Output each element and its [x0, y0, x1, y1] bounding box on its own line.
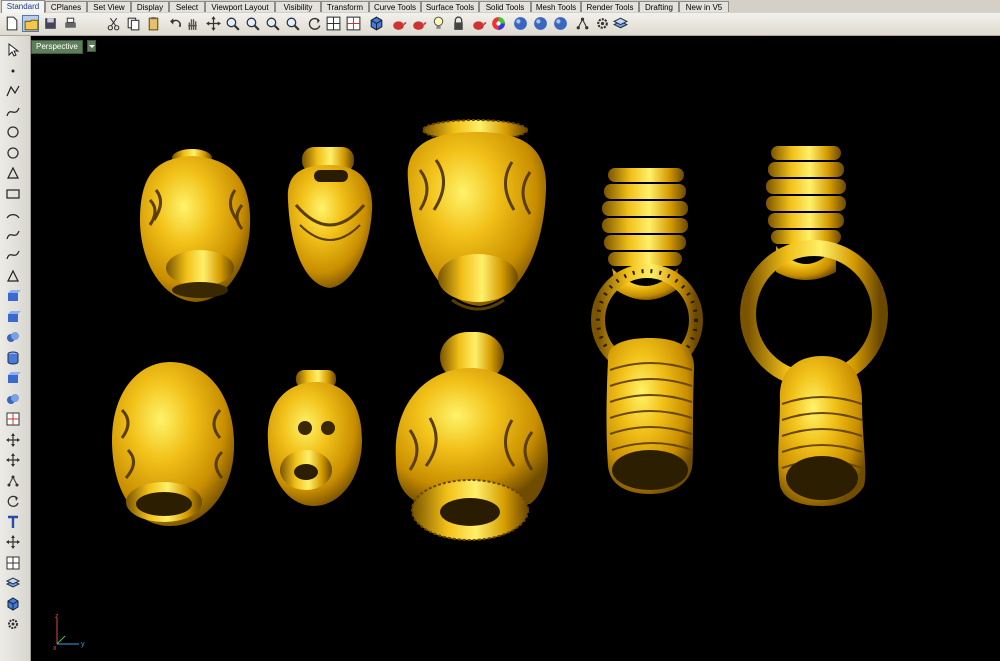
rectangle-icon[interactable] [5, 186, 21, 202]
axis-x-label: x [53, 645, 57, 650]
lion-bead-1[interactable] [140, 149, 251, 302]
point-icon[interactable] [5, 63, 21, 79]
mesh-box-icon[interactable] [5, 370, 21, 386]
fillet-curve-icon[interactable] [5, 227, 21, 243]
lion-bead-2[interactable] [287, 147, 373, 288]
shaded-display-icon[interactable] [368, 15, 385, 32]
extrude-surface-icon[interactable] [5, 288, 21, 304]
axis-y-label: y [81, 641, 85, 648]
color-wheel-icon[interactable] [490, 15, 507, 32]
undo-icon[interactable] [168, 15, 185, 32]
pan-hand-icon[interactable] [184, 15, 201, 32]
properties-icon[interactable] [410, 15, 427, 32]
four-viewports-icon[interactable] [325, 15, 342, 32]
tab-cplanes[interactable]: CPlanes [45, 1, 87, 12]
layer-icon[interactable] [612, 15, 629, 32]
perspective-viewport[interactable]: Perspective z y x [31, 36, 1000, 661]
tab-mesh-tools[interactable]: Mesh Tools [531, 1, 581, 12]
curve-control-points-icon[interactable] [5, 104, 21, 120]
tab-new-in-v5[interactable]: New in V5 [679, 1, 729, 12]
select-arrow-icon[interactable] [5, 42, 21, 58]
tab-solid-tools[interactable]: Solid Tools [479, 1, 531, 12]
sphere-solid-icon[interactable] [5, 329, 21, 345]
surface-from-curves-icon[interactable] [5, 268, 21, 284]
trim-icon[interactable] [5, 452, 21, 468]
edit-points-icon[interactable] [574, 15, 591, 32]
polyline-icon[interactable] [5, 83, 21, 99]
box-solid-icon[interactable] [5, 309, 21, 325]
skull-bead[interactable] [267, 370, 362, 506]
print-icon[interactable] [62, 15, 79, 32]
group-icon[interactable] [5, 575, 21, 591]
cylinder-solid-icon[interactable] [5, 350, 21, 366]
tab-display[interactable]: Display [131, 1, 169, 12]
options-icon[interactable] [5, 616, 21, 632]
text-icon[interactable] [5, 514, 21, 530]
split-icon[interactable] [5, 432, 21, 448]
options-gear-icon[interactable] [594, 15, 611, 32]
transform-move-icon[interactable] [5, 534, 21, 550]
polygon-icon[interactable] [5, 165, 21, 181]
toolbar-tab-strip: Standard CPlanes Set View Display Select View… [0, 0, 1000, 14]
ellipse-icon[interactable] [5, 145, 21, 161]
explode-icon[interactable] [5, 411, 21, 427]
tab-curve-tools[interactable]: Curve Tools [369, 1, 421, 12]
viewport-scene[interactable] [31, 36, 1000, 661]
zoom-window-icon[interactable] [244, 15, 261, 32]
circle-icon[interactable] [5, 124, 21, 140]
material-sphere-icon[interactable] [512, 15, 529, 32]
paste-icon[interactable] [145, 15, 162, 32]
arc-icon[interactable] [5, 206, 21, 222]
tab-standard[interactable]: Standard [1, 0, 45, 13]
render-sphere-icon[interactable] [532, 15, 549, 32]
ring-pendant-1[interactable] [591, 168, 703, 494]
new-file-icon[interactable] [3, 15, 20, 32]
pan-move-icon[interactable] [205, 15, 222, 32]
tab-visibility[interactable]: Visibility [275, 1, 321, 12]
left-vertical-toolbar [0, 36, 31, 661]
lion-cap-large[interactable] [407, 119, 547, 311]
save-icon[interactable] [42, 15, 59, 32]
zoom-dynamic-icon[interactable] [224, 15, 241, 32]
copy-icon[interactable] [125, 15, 142, 32]
viewport-menu-arrow-icon[interactable] [87, 40, 96, 52]
lion-bead-3[interactable] [112, 362, 235, 526]
light-bulb-icon[interactable] [430, 15, 447, 32]
tab-render-tools[interactable]: Render Tools [581, 1, 639, 12]
cut-icon[interactable] [105, 15, 122, 32]
lock-icon[interactable] [450, 15, 467, 32]
zoom-extents-icon[interactable] [264, 15, 281, 32]
axis-z-label: z [55, 613, 59, 620]
grid-options-icon[interactable] [345, 15, 362, 32]
join-icon[interactable] [5, 473, 21, 489]
world-axes-icon: z y x [53, 613, 85, 650]
ring-pendant-2[interactable] [740, 146, 888, 506]
analyze-icon[interactable] [5, 596, 21, 612]
rotate-view-icon[interactable] [306, 15, 323, 32]
tab-viewport-layout[interactable]: Viewport Layout [205, 1, 275, 12]
offset-curve-icon[interactable] [5, 247, 21, 263]
tab-select[interactable]: Select [169, 1, 205, 12]
lion-cap-large-2[interactable] [395, 332, 548, 541]
tab-set-view[interactable]: Set View [87, 1, 131, 12]
viewport-title-label[interactable]: Perspective [31, 40, 83, 54]
boolean-union-icon[interactable] [5, 391, 21, 407]
tab-drafting[interactable]: Drafting [639, 1, 679, 12]
environment-sphere-icon[interactable] [552, 15, 569, 32]
rebuild-icon[interactable] [5, 493, 21, 509]
open-file-icon[interactable] [22, 15, 39, 32]
tab-surface-tools[interactable]: Surface Tools [421, 1, 479, 12]
tab-transform[interactable]: Transform [321, 1, 369, 12]
zoom-selected-icon[interactable] [284, 15, 301, 32]
standard-toolbar [0, 13, 1000, 36]
array-icon[interactable] [5, 555, 21, 571]
object-properties-icon[interactable] [390, 15, 407, 32]
render-settings-icon[interactable] [470, 15, 487, 32]
